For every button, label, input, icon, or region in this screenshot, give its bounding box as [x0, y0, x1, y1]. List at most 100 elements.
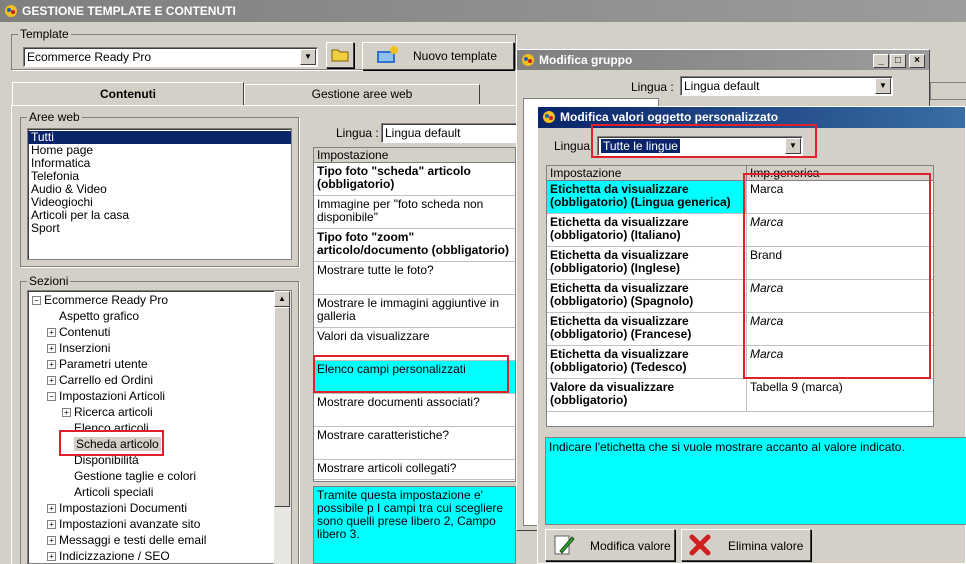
tree-item[interactable]: + Carrello ed Ordini: [28, 372, 291, 388]
minimize-button[interactable]: _: [873, 54, 889, 68]
tree-item[interactable]: + Parametri utente: [28, 356, 291, 372]
aree-web-item[interactable]: Articoli per la casa: [28, 209, 291, 222]
template-select-value: Ecommerce Ready Pro: [27, 50, 152, 64]
tree-item[interactable]: + Messaggi e testi delle email: [28, 532, 291, 548]
tree-item[interactable]: Scheda articolo: [28, 436, 291, 452]
tree-item-label: Contenuti: [59, 325, 111, 339]
settings-row[interactable]: Mostrare le immagini aggiuntive in galle…: [314, 295, 515, 328]
expand-icon[interactable]: +: [47, 536, 56, 546]
values-row-value[interactable]: Marca: [747, 181, 786, 213]
expand-icon[interactable]: +: [47, 360, 56, 370]
tree-item[interactable]: + Impostazioni Documenti: [28, 500, 291, 516]
scroll-thumb[interactable]: [274, 307, 290, 507]
settings-row[interactable]: Valori da visualizzare: [314, 328, 515, 361]
elimina-valore-button[interactable]: Elimina valore: [681, 529, 811, 561]
expand-icon[interactable]: +: [47, 520, 56, 530]
tree-item[interactable]: + Indicizzazione / SEO: [28, 548, 291, 563]
folder-icon: [331, 49, 349, 62]
settings-row[interactable]: Tipo foto "scheda" articolo (obbligatori…: [314, 163, 515, 196]
lingua-label: Lingua :: [336, 126, 379, 140]
collapse-icon[interactable]: −: [47, 392, 56, 402]
modifica-valori-icon: [543, 111, 555, 123]
tree-item[interactable]: − Impostazioni Articoli: [28, 388, 291, 404]
tab-gestione-aree-web[interactable]: Gestione aree web: [244, 84, 480, 104]
values-row-value[interactable]: Tabella 9 (marca): [747, 379, 846, 411]
values-row-label: Etichetta da visualizzare (obbligatorio)…: [547, 181, 747, 213]
settings-row[interactable]: Mostrare documenti associati?: [314, 394, 515, 427]
values-row[interactable]: Etichetta da visualizzare (obbligatorio)…: [547, 280, 933, 313]
chevron-down-icon[interactable]: ▼: [300, 49, 316, 65]
values-row-value[interactable]: Marca: [747, 313, 786, 345]
settings-row[interactable]: Immagine per "foto scheda non disponibil…: [314, 196, 515, 229]
values-row-label: Etichetta da visualizzare (obbligatorio)…: [547, 214, 747, 246]
aree-web-item[interactable]: Sport: [28, 222, 291, 235]
tree-item[interactable]: Aspetto grafico: [28, 308, 291, 324]
settings-row[interactable]: Mostrare tutte le foto?: [314, 262, 515, 295]
tree-item[interactable]: + Impostazioni avanzate sito: [28, 516, 291, 532]
tab-contenuti[interactable]: Contenuti: [12, 82, 244, 106]
template-select[interactable]: Ecommerce Ready Pro ▼: [23, 47, 318, 67]
tree-item[interactable]: + Contenuti: [28, 324, 291, 340]
tree-item[interactable]: + Ricerca articoli: [28, 404, 291, 420]
tree-item-label: Impostazioni Articoli: [59, 389, 166, 403]
settings-grid[interactable]: Impostazione Tipo foto "scheda" articolo…: [313, 147, 516, 482]
values-row[interactable]: Etichetta da visualizzare (obbligatorio)…: [547, 214, 933, 247]
mv-lingua-select[interactable]: Tutte le lingue ▼: [597, 136, 803, 156]
values-row[interactable]: Valore da visualizzare (obbligatorio) Tab…: [547, 379, 933, 412]
settings-row[interactable]: Mostrare caratteristiche?: [314, 427, 515, 460]
values-row-value[interactable]: Marca: [747, 214, 786, 246]
template-group-label: Template: [18, 27, 71, 41]
new-template-button[interactable]: Nuovo template: [362, 42, 514, 70]
tree-item-label: Inserzioni: [59, 341, 111, 355]
aree-web-list[interactable]: Tutti Home page Informatica Telefonia Audio …: [27, 128, 292, 260]
values-row[interactable]: Etichetta da visualizzare (obbligatorio)…: [547, 313, 933, 346]
open-folder-button[interactable]: [326, 42, 354, 68]
aree-web-label: Aree web: [27, 110, 82, 124]
chevron-down-icon[interactable]: ▼: [785, 138, 801, 154]
maximize-button[interactable]: □: [890, 54, 906, 68]
values-grid[interactable]: Impostazione Imp.generica Etichetta da v…: [546, 165, 934, 427]
values-row[interactable]: Etichetta da visualizzare (obbligatorio)…: [547, 346, 933, 379]
modifica-valore-button[interactable]: Modifica valore: [545, 529, 675, 561]
tree-item[interactable]: − Ecommerce Ready Pro: [28, 292, 291, 308]
tree-item[interactable]: + Inserzioni: [28, 340, 291, 356]
modifica-gruppo-icon: [522, 54, 534, 66]
expand-icon[interactable]: +: [47, 376, 56, 386]
values-row-value[interactable]: Brand: [747, 247, 785, 279]
tree-item[interactable]: Disponibilità: [28, 452, 291, 468]
settings-row[interactable]: Mostrare articoli collegati?: [314, 460, 515, 480]
tree-item[interactable]: Articoli speciali: [28, 484, 291, 500]
tree-scrollbar[interactable]: ▲: [274, 291, 291, 564]
app-icon: [5, 5, 17, 17]
mg-lingua-select[interactable]: Lingua default ▼: [680, 76, 893, 96]
values-row-value[interactable]: Marca: [747, 280, 786, 312]
values-row-label: Etichetta da visualizzare (obbligatorio)…: [547, 247, 747, 279]
tree-item[interactable]: Gestione taglie e colori: [28, 468, 291, 484]
settings-row[interactable]: Elenco campi personalizzati: [314, 361, 515, 394]
expand-icon[interactable]: +: [62, 408, 71, 418]
expand-icon[interactable]: +: [47, 328, 56, 338]
chevron-down-icon[interactable]: ▼: [875, 78, 891, 94]
tree-item-label: Parametri utente: [59, 357, 148, 371]
sezioni-tree[interactable]: − Ecommerce Ready Pro Aspetto grafico + Cont…: [27, 290, 292, 564]
mg-lingua-value: Lingua default: [684, 79, 760, 93]
scroll-up-button[interactable]: ▲: [274, 291, 290, 307]
collapse-icon[interactable]: −: [32, 296, 41, 306]
expand-icon[interactable]: +: [47, 504, 56, 514]
values-row[interactable]: Etichetta da visualizzare (obbligatorio)…: [547, 247, 933, 280]
lingua-select[interactable]: Lingua default: [381, 123, 517, 143]
expand-icon[interactable]: +: [47, 344, 56, 354]
values-row-label: Etichetta da visualizzare (obbligatorio)…: [547, 313, 747, 345]
tree-item-label: Aspetto grafico: [59, 309, 140, 323]
tree-item[interactable]: Elenco articoli: [28, 420, 291, 436]
expand-icon[interactable]: +: [47, 552, 56, 562]
col-impostazione: Impostazione: [547, 166, 747, 180]
tab-gestione-label: Gestione aree web: [311, 87, 413, 101]
values-row-value[interactable]: Marca: [747, 346, 786, 378]
mv-description-box: Indicare l'etichetta che si vuole mostra…: [545, 437, 966, 525]
tree-item-label: Scheda articolo: [74, 437, 161, 451]
settings-row[interactable]: Tipo foto "zoom" articolo/documento (obb…: [314, 229, 515, 262]
close-button[interactable]: ×: [909, 54, 925, 68]
description-text: Tramite questa impostazione e' possibile…: [317, 488, 504, 541]
values-row[interactable]: Etichetta da visualizzare (obbligatorio)…: [547, 181, 933, 214]
